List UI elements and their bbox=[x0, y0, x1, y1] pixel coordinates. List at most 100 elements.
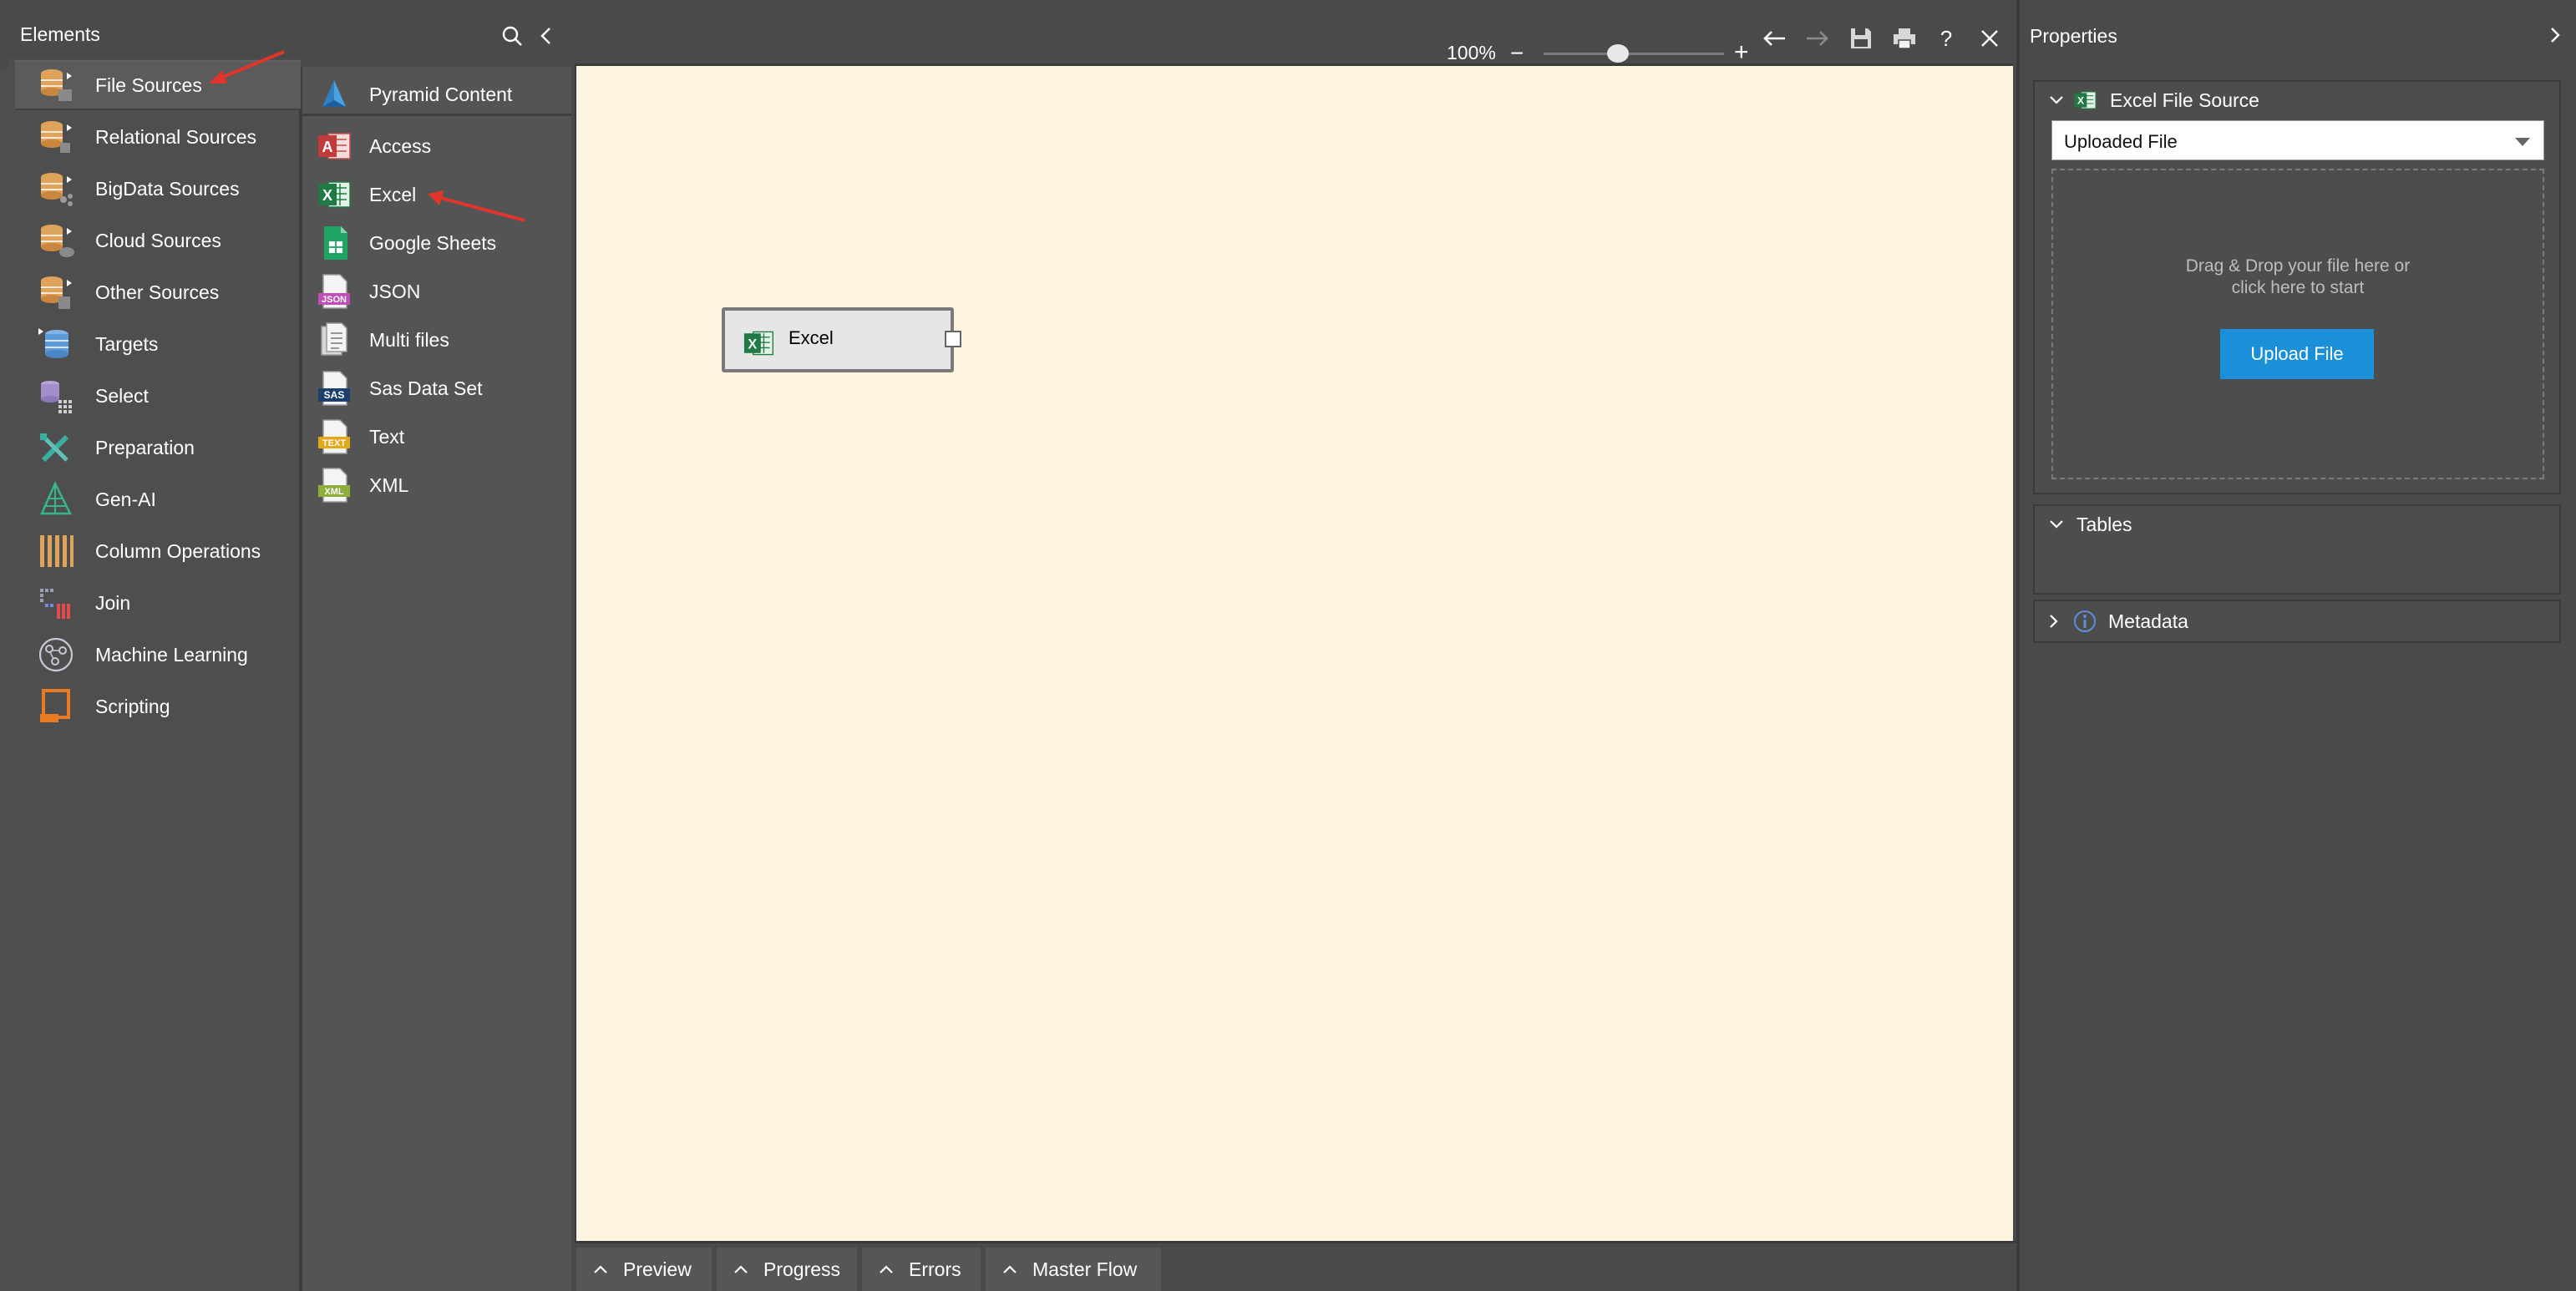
excel-icon: X bbox=[316, 174, 354, 215]
source-type-value: Uploaded File bbox=[2064, 131, 2178, 152]
tab-progress[interactable]: Progress bbox=[717, 1248, 857, 1291]
svg-text:TEXT: TEXT bbox=[322, 438, 346, 448]
source-label: Google Sheets bbox=[369, 231, 497, 254]
upload-file-button[interactable]: Upload File bbox=[2220, 329, 2374, 379]
source-google-sheets[interactable]: Google Sheets bbox=[309, 220, 568, 266]
xml-icon: XML bbox=[316, 464, 354, 506]
excel-icon: X bbox=[742, 327, 777, 359]
source-label: XML bbox=[369, 473, 409, 496]
print-icon[interactable] bbox=[1888, 22, 1921, 55]
source-label: Pyramid Content bbox=[369, 83, 513, 105]
tab-label: Master Flow bbox=[1032, 1258, 1138, 1280]
zoom-in-button[interactable]: + bbox=[1734, 38, 1749, 67]
source-type-select[interactable]: Uploaded File bbox=[2051, 120, 2544, 160]
category-other-sources[interactable]: Other Sources bbox=[8, 267, 301, 317]
zoom-slider-track[interactable] bbox=[1544, 53, 1724, 55]
category-targets[interactable]: Targets bbox=[8, 319, 301, 369]
select-icon bbox=[35, 375, 77, 417]
svg-text:SAS: SAS bbox=[324, 389, 345, 401]
targets-icon bbox=[35, 323, 77, 365]
tables-section-header[interactable]: Tables bbox=[2048, 511, 2132, 538]
bigdata-sources-icon bbox=[35, 168, 77, 210]
metadata-section-header[interactable]: Metadata bbox=[2048, 608, 2188, 635]
relational-sources-icon bbox=[35, 116, 77, 158]
google-sheets-icon bbox=[316, 222, 354, 264]
undo-icon[interactable] bbox=[1757, 22, 1791, 55]
category-label: Targets bbox=[95, 332, 159, 355]
svg-text:X: X bbox=[748, 337, 757, 352]
svg-text:A: A bbox=[322, 139, 333, 155]
gen-ai-icon bbox=[35, 478, 77, 520]
scripting-icon bbox=[35, 686, 77, 727]
chevron-up-icon bbox=[733, 1264, 748, 1274]
source-pyramid-content[interactable]: Pyramid Content bbox=[309, 72, 568, 117]
category-cloud-sources[interactable]: Cloud Sources bbox=[8, 215, 301, 266]
tab-preview[interactable]: Preview bbox=[576, 1248, 712, 1291]
category-label: File Sources bbox=[95, 73, 202, 96]
save-icon[interactable] bbox=[1844, 22, 1878, 55]
category-label: Column Operations bbox=[95, 539, 261, 562]
svg-text:X: X bbox=[322, 187, 332, 204]
section-title: Metadata bbox=[2108, 610, 2188, 632]
category-label: Scripting bbox=[95, 695, 170, 717]
source-json[interactable]: JSON JSON bbox=[309, 269, 568, 314]
category-relational-sources[interactable]: Relational Sources bbox=[8, 112, 301, 162]
source-sas-data-set[interactable]: SAS Sas Data Set bbox=[309, 366, 568, 411]
help-button[interactable]: ? bbox=[1929, 22, 1963, 55]
machine-learning-icon bbox=[35, 634, 77, 676]
source-multi-files[interactable]: Multi files bbox=[309, 317, 568, 362]
category-label: Relational Sources bbox=[95, 125, 257, 148]
category-preparation[interactable]: Preparation bbox=[8, 423, 301, 473]
category-label: Other Sources bbox=[95, 281, 220, 303]
tab-errors[interactable]: Errors bbox=[862, 1248, 981, 1291]
category-scripting[interactable]: Scripting bbox=[8, 681, 301, 732]
info-icon bbox=[2073, 610, 2097, 633]
chevron-right-icon[interactable] bbox=[2548, 25, 2563, 45]
svg-text:JSON: JSON bbox=[322, 295, 347, 305]
category-label: Select bbox=[95, 384, 149, 407]
node-label: Excel bbox=[789, 327, 834, 348]
canvas-toolbar bbox=[571, 0, 2016, 63]
category-bigdata-sources[interactable]: BigData Sources bbox=[8, 164, 301, 214]
multi-files-icon bbox=[316, 319, 354, 361]
chevron-up-icon bbox=[1002, 1264, 1017, 1274]
sas-icon: SAS bbox=[316, 367, 354, 409]
category-gen-ai[interactable]: Gen-AI bbox=[8, 474, 301, 524]
text-file-icon: TEXT bbox=[316, 416, 354, 458]
close-icon[interactable] bbox=[1973, 22, 2006, 55]
category-label: Cloud Sources bbox=[95, 229, 221, 251]
file-dropzone[interactable] bbox=[2051, 169, 2544, 479]
source-text[interactable]: TEXT Text bbox=[309, 414, 568, 459]
tab-master-flow[interactable]: Master Flow bbox=[986, 1248, 1161, 1291]
excel-file-source-header[interactable]: X Excel File Source bbox=[2048, 87, 2259, 114]
redo-icon[interactable] bbox=[1801, 22, 1834, 55]
flow-canvas[interactable] bbox=[575, 63, 2013, 1241]
properties-title: Properties bbox=[2030, 25, 2117, 47]
zoom-slider-handle[interactable] bbox=[1607, 44, 1629, 63]
search-icon[interactable] bbox=[501, 25, 523, 47]
source-access[interactable]: A Access bbox=[309, 124, 568, 169]
category-label: Machine Learning bbox=[95, 643, 248, 666]
category-label: Gen-AI bbox=[95, 488, 156, 510]
category-label: BigData Sources bbox=[95, 177, 240, 200]
category-column-operations[interactable]: Column Operations bbox=[8, 526, 301, 576]
dropzone-instructions: Drag & Drop your file here or click here… bbox=[2051, 256, 2544, 299]
source-label: Multi files bbox=[369, 328, 449, 351]
section-title: Excel File Source bbox=[2110, 89, 2259, 111]
category-join[interactable]: Join bbox=[8, 578, 301, 628]
category-machine-learning[interactable]: Machine Learning bbox=[8, 630, 301, 680]
access-icon: A bbox=[316, 125, 354, 167]
source-label: Sas Data Set bbox=[369, 377, 483, 399]
zoom-level: 100% bbox=[1447, 42, 1496, 63]
source-label: JSON bbox=[369, 280, 421, 302]
node-output-port[interactable] bbox=[945, 331, 961, 347]
svg-text:X: X bbox=[2077, 95, 2084, 107]
pyramid-icon bbox=[316, 73, 354, 115]
preparation-icon bbox=[35, 427, 77, 468]
collapse-panel-icon[interactable] bbox=[538, 25, 555, 47]
excel-node[interactable]: X Excel bbox=[722, 307, 954, 372]
source-xml[interactable]: XML XML bbox=[309, 463, 568, 508]
dropzone-line: Drag & Drop your file here or bbox=[2185, 256, 2411, 276]
category-select[interactable]: Select bbox=[8, 371, 301, 421]
chevron-down-icon bbox=[2050, 520, 2063, 529]
